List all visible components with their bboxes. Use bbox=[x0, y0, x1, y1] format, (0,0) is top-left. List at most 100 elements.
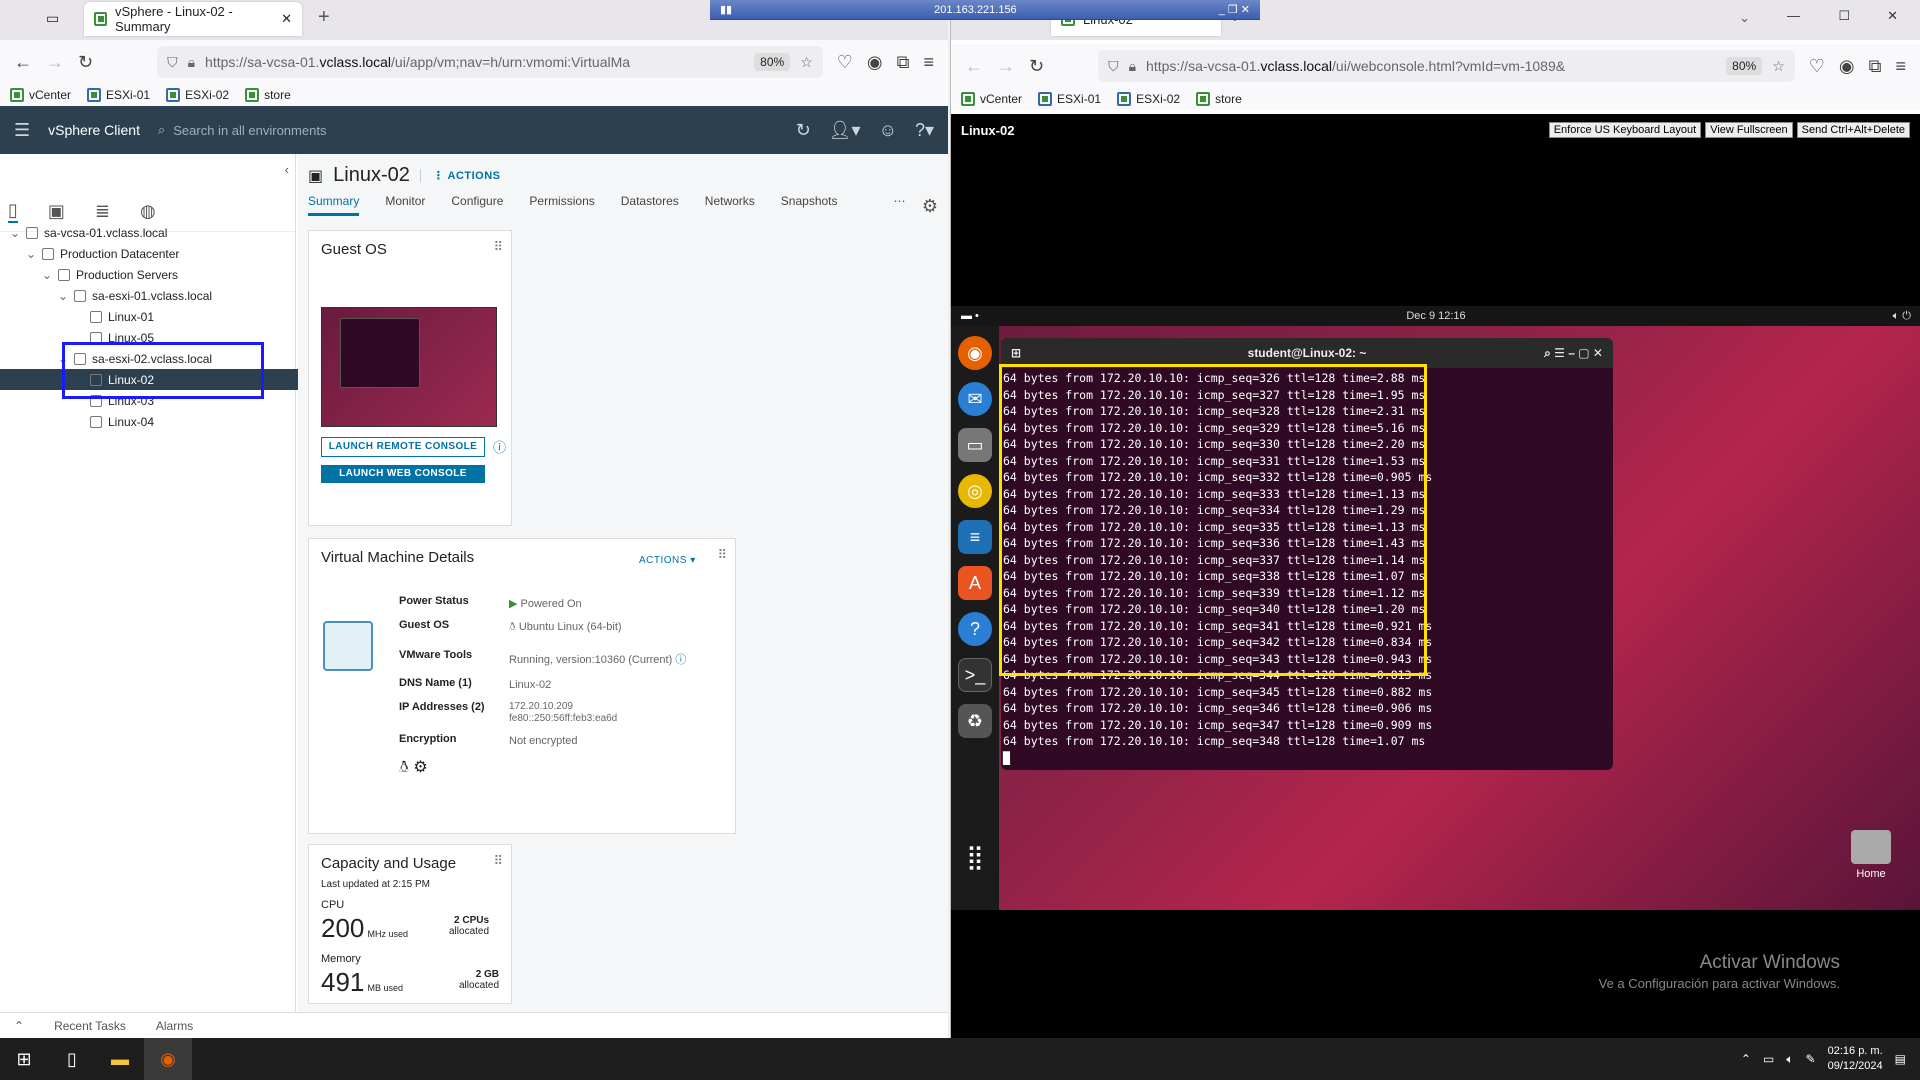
details-actions-menu[interactable]: ACTIONS ▾ bbox=[639, 555, 696, 566]
chevron-down-icon[interactable]: ⌄ bbox=[26, 247, 36, 261]
taskbar-clock[interactable]: 02:16 p. m. 09/12/2024 bbox=[1828, 1044, 1883, 1074]
notifications-icon[interactable]: ▤ bbox=[1895, 1052, 1906, 1066]
back-icon[interactable]: ← bbox=[965, 56, 983, 77]
global-search[interactable]: ⌕ Search in all environments bbox=[158, 122, 778, 138]
reload-icon[interactable]: ↻ bbox=[1029, 56, 1044, 77]
maximize-icon[interactable]: ☐ bbox=[1838, 8, 1850, 24]
gnome-clock[interactable]: Dec 9 12:16 bbox=[1406, 310, 1465, 322]
url-bar[interactable]: ⛉ 🔒︎ https://sa-vcsa-01.vclass.local/ui/… bbox=[157, 46, 823, 78]
gear-icon[interactable]: ⚙ bbox=[922, 196, 938, 217]
tab-networks[interactable]: Networks bbox=[705, 194, 755, 216]
enforce-keyboard-button[interactable]: Enforce US Keyboard Layout bbox=[1548, 122, 1702, 138]
forward-icon[interactable]: → bbox=[997, 56, 1015, 77]
writer-icon[interactable]: ≡ bbox=[958, 520, 992, 554]
activities-icon[interactable]: ▬ • bbox=[961, 310, 979, 322]
tab-snapshots[interactable]: Snapshots bbox=[781, 194, 838, 216]
tab-configure[interactable]: Configure bbox=[451, 194, 503, 216]
info-icon[interactable]: ⓘ bbox=[493, 437, 506, 456]
launch-web-console-button[interactable]: LAUNCH WEB CONSOLE bbox=[321, 465, 485, 483]
drag-handle-icon[interactable]: ⠿ bbox=[493, 853, 503, 869]
chevron-up-icon[interactable]: ⌃ bbox=[1741, 1052, 1751, 1066]
feedback-icon[interactable]: ☺ bbox=[879, 120, 897, 141]
terminal-icon[interactable]: >_ bbox=[958, 658, 992, 692]
url-bar[interactable]: ⛉ 🔒︎ https://sa-vcsa-01.vclass.local/ui/… bbox=[1098, 50, 1795, 82]
bookmark-esxi01[interactable]: ESXi-01 bbox=[1038, 92, 1101, 106]
show-apps-icon[interactable]: ⣿ bbox=[958, 840, 992, 874]
reload-icon[interactable]: ↻ bbox=[78, 52, 93, 73]
firefox-icon[interactable]: ◉ bbox=[958, 336, 992, 370]
extensions-icon[interactable]: ⧉ bbox=[1869, 56, 1882, 77]
tab-summary[interactable]: Summary bbox=[308, 194, 360, 216]
launch-remote-console-button[interactable]: LAUNCH REMOTE CONSOLE bbox=[321, 437, 485, 457]
account-icon[interactable]: ◉ bbox=[1839, 56, 1855, 77]
refresh-icon[interactable]: ↻ bbox=[796, 120, 811, 141]
rdp-window-controls[interactable]: _ ❐ ✕ bbox=[1219, 3, 1250, 16]
star-icon[interactable]: ☆ bbox=[800, 54, 813, 71]
minimize-icon[interactable]: — bbox=[1787, 8, 1800, 23]
new-tab-icon[interactable]: + bbox=[318, 6, 330, 29]
zoom-badge[interactable]: 80% bbox=[754, 53, 791, 71]
bookmark-store[interactable]: store bbox=[245, 88, 291, 102]
help-icon[interactable]: ? bbox=[958, 612, 992, 646]
actions-menu[interactable]: ⋮ ACTIONS bbox=[419, 169, 501, 182]
recent-tasks-tab[interactable]: Recent Tasks bbox=[54, 1019, 126, 1033]
bookmark-vcenter[interactable]: vCenter bbox=[961, 92, 1022, 106]
start-icon[interactable]: ⊞ bbox=[0, 1038, 48, 1080]
bookmark-esxi02[interactable]: ESXi-02 bbox=[166, 88, 229, 102]
user-icon[interactable]: 👤︎▾ bbox=[829, 120, 861, 141]
menu-icon[interactable]: ≡ bbox=[1895, 56, 1906, 77]
tab-monitor[interactable]: Monitor bbox=[385, 194, 425, 216]
bookmark-vcenter[interactable]: vCenter bbox=[10, 88, 71, 102]
thunderbird-icon[interactable]: ✉ bbox=[958, 382, 992, 416]
pocket-icon[interactable]: ♡ bbox=[837, 52, 853, 73]
tab-datastores[interactable]: Datastores bbox=[621, 194, 679, 216]
bookmark-esxi01[interactable]: ESXi-01 bbox=[87, 88, 150, 102]
rdp-connection-bar[interactable]: ▮▮ 201.163.221.156 _ ❐ ✕ bbox=[710, 0, 1260, 20]
rhythmbox-icon[interactable]: ◎ bbox=[958, 474, 992, 508]
bookmark-store[interactable]: store bbox=[1196, 92, 1242, 106]
web-console[interactable]: Linux-02 Enforce US Keyboard Layout View… bbox=[951, 114, 1920, 1038]
account-icon[interactable]: ◉ bbox=[867, 52, 883, 73]
console-thumbnail[interactable] bbox=[321, 307, 497, 427]
networking-icon[interactable]: ◍ bbox=[140, 201, 156, 222]
new-tab-icon[interactable]: ⊞ bbox=[1011, 346, 1021, 360]
menu-icon[interactable]: ≡ bbox=[923, 52, 934, 73]
pen-icon[interactable]: ✎ bbox=[1806, 1052, 1816, 1066]
alarms-tab[interactable]: Alarms bbox=[156, 1019, 193, 1033]
app-center-icon[interactable]: A bbox=[958, 566, 992, 600]
ubuntu-desktop[interactable]: ▬ • Dec 9 12:16 🔈︎ ⏻ ◉ ✉ ▭ ◎ ≡ A ? >_ ♻ … bbox=[951, 306, 1920, 910]
bookmark-esxi02[interactable]: ESXi-02 bbox=[1117, 92, 1180, 106]
notepad-icon[interactable]: ▯ bbox=[48, 1038, 96, 1080]
firefox-taskbar-icon[interactable]: ◉ bbox=[144, 1038, 192, 1080]
files-icon[interactable]: ▭ bbox=[958, 428, 992, 462]
tab-vsphere[interactable]: vSphere - Linux-02 - Summary ✕ bbox=[84, 2, 302, 36]
trash-icon[interactable]: ♻ bbox=[958, 704, 992, 738]
send-cad-button[interactable]: Send Ctrl+Alt+Delete bbox=[1796, 122, 1910, 138]
info-icon[interactable]: ⓘ bbox=[675, 654, 686, 666]
drag-handle-icon[interactable]: ⠿ bbox=[493, 239, 503, 255]
zoom-badge[interactable]: 80% bbox=[1726, 57, 1763, 75]
tab-permissions[interactable]: Permissions bbox=[529, 194, 594, 216]
back-icon[interactable]: ← bbox=[14, 52, 32, 73]
vms-templates-icon[interactable]: ▣ bbox=[48, 201, 65, 222]
chevron-down-icon[interactable]: ⌄ bbox=[42, 268, 52, 282]
chevron-down-icon[interactable]: ⌄ bbox=[10, 226, 20, 240]
close-icon[interactable]: ✕ bbox=[281, 11, 292, 27]
terminal-controls[interactable]: ⌕ ☰ – ▢ ✕ bbox=[1544, 346, 1603, 361]
tab-list-icon[interactable]: ▭ bbox=[46, 10, 59, 27]
help-icon[interactable]: ?▾ bbox=[915, 120, 934, 141]
expand-icon[interactable]: ⌃ bbox=[14, 1019, 24, 1033]
collapse-icon[interactable]: ‹ bbox=[285, 162, 289, 177]
volume-icon[interactable]: 🔈︎ bbox=[1786, 1052, 1793, 1067]
network-icon[interactable]: ▭ bbox=[1763, 1052, 1774, 1066]
drag-handle-icon[interactable]: ⠿ bbox=[717, 547, 727, 563]
hamburger-icon[interactable]: ☰ bbox=[14, 120, 30, 141]
system-tray-icons[interactable]: 🔈︎ ⏻ bbox=[1893, 310, 1911, 323]
storage-icon[interactable]: ≣ bbox=[95, 201, 110, 222]
home-desktop-icon[interactable]: Home bbox=[1851, 830, 1891, 880]
file-explorer-icon[interactable]: ▬ bbox=[96, 1038, 144, 1080]
view-fullscreen-button[interactable]: View Fullscreen bbox=[1705, 122, 1793, 138]
forward-icon[interactable]: → bbox=[46, 52, 64, 73]
extensions-icon[interactable]: ⧉ bbox=[897, 52, 910, 73]
chevron-down-icon[interactable]: ⌄ bbox=[58, 289, 68, 303]
